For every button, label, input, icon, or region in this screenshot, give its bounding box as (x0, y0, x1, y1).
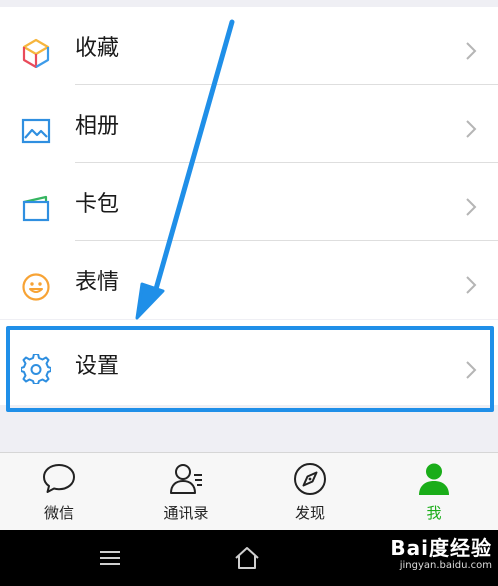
tab-label: 我 (426, 504, 442, 522)
menu-item-label: 卡包 (75, 192, 120, 217)
menu-item-settings[interactable]: 设置 (0, 320, 498, 405)
card-wallet-icon (21, 194, 51, 224)
tab-chats[interactable]: 微信 (9, 453, 109, 531)
menu-item-album[interactable]: 相册 (0, 85, 498, 163)
menu-item-favorites[interactable]: 收藏 (0, 7, 498, 85)
chat-bubble-icon (41, 461, 77, 497)
menu-group: 收藏 相册 卡包 表情 (0, 7, 498, 319)
chevron-right-icon (466, 120, 477, 138)
home-icon[interactable] (233, 544, 261, 572)
watermark-url: jingyan.baidu.com (399, 560, 492, 571)
menu-item-label: 收藏 (75, 36, 120, 61)
gear-icon (21, 354, 51, 384)
watermark: Bai度经验 jingyan.baidu.com (390, 536, 492, 572)
tab-label: 微信 (43, 504, 74, 522)
menu-item-label: 设置 (75, 354, 120, 379)
contacts-icon (168, 461, 204, 497)
menu-item-label: 相册 (75, 114, 120, 139)
chevron-right-icon (466, 198, 477, 216)
chevron-right-icon (466, 361, 477, 379)
chevron-right-icon (466, 276, 477, 294)
album-icon (21, 116, 51, 146)
menu-icon[interactable] (96, 544, 124, 572)
menu-item-label: 表情 (75, 270, 120, 295)
tab-contacts[interactable]: 通讯录 (136, 453, 236, 531)
menu-item-card-wallet[interactable]: 卡包 (0, 163, 498, 241)
favorites-cube-icon (21, 38, 51, 68)
sticker-smiley-icon (21, 272, 51, 302)
me-person-icon (416, 461, 452, 497)
compass-icon (292, 461, 328, 497)
bottom-tab-bar: 微信 通讯录 发现 我 (0, 452, 498, 531)
tab-label: 发现 (294, 504, 325, 522)
tab-label: 通讯录 (163, 504, 209, 522)
tab-discover[interactable]: 发现 (260, 453, 360, 531)
system-navigation-bar: Bai度经验 jingyan.baidu.com (0, 530, 498, 586)
chevron-right-icon (466, 42, 477, 60)
watermark-logo-text: Bai度经验 (390, 536, 492, 560)
tab-me[interactable]: 我 (384, 453, 484, 531)
menu-item-stickers[interactable]: 表情 (0, 241, 498, 319)
